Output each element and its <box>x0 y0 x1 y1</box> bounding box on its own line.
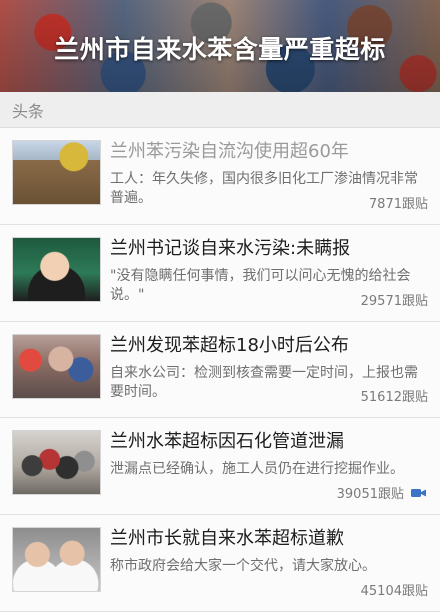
comment-count: 29571跟贴 <box>360 293 428 309</box>
news-body: 兰州水苯超标因石化管道泄漏 泄漏点已经确认，施工人员仍在进行挖掘作业。 3905… <box>110 430 428 514</box>
news-body: 兰州苯污染自流沟使用超60年 工人：年久失修，国内很多旧化工厂渗油情况非常普遍。… <box>110 140 428 224</box>
news-meta: 29571跟贴 <box>361 290 428 309</box>
news-title: 兰州市长就自来水苯超标道歉 <box>110 528 344 550</box>
news-item[interactable]: 兰州苯污染自流沟使用超60年 工人：年久失修，国内很多旧化工厂渗油情况非常普遍。… <box>0 128 440 225</box>
news-thumbnail <box>12 333 101 399</box>
news-meta: 45104跟贴 <box>361 580 428 599</box>
video-icon <box>411 488 426 497</box>
news-meta: 39051跟贴 <box>337 483 428 502</box>
comment-count: 7871跟贴 <box>368 196 428 212</box>
news-item[interactable]: 兰州发现苯超标18小时后公布 自来水公司：检测到核查需要一定时间，上报也需要时间… <box>0 321 440 419</box>
news-item[interactable]: 兰州市长就自来水苯超标道歉 称市政府会给大家一个交代，请大家放心。 45104跟… <box>0 515 440 612</box>
news-title: 兰州苯污染自流沟使用超60年 <box>110 141 349 162</box>
news-meta: 7871跟贴 <box>369 193 428 212</box>
news-title: 兰州发现苯超标18小时后公布 <box>110 334 349 356</box>
comment-count: 39051跟贴 <box>336 487 404 503</box>
news-feed: 兰州苯污染自流沟使用超60年 工人：年久失修，国内很多旧化工厂渗油情况非常普遍。… <box>0 128 440 612</box>
news-body: 兰州发现苯超标18小时后公布 自来水公司：检测到核查需要一定时间，上报也需要时间… <box>110 334 428 418</box>
news-thumbnail <box>12 527 101 593</box>
news-meta: 51612跟贴 <box>361 386 428 405</box>
news-item[interactable]: 兰州水苯超标因石化管道泄漏 泄漏点已经确认，施工人员仍在进行挖掘作业。 3905… <box>0 418 440 516</box>
headline-banner[interactable]: 兰州市自来水苯含量严重超标 <box>0 0 440 92</box>
news-item[interactable]: 兰州书记谈自来水污染:未瞒报 "没有隐瞒任何事情，我们可以问心无愧的给社会说。"… <box>0 224 440 322</box>
news-body: 兰州书记谈自来水污染:未瞒报 "没有隐瞒任何事情，我们可以问心无愧的给社会说。"… <box>110 237 428 321</box>
comment-count: 51612跟贴 <box>360 390 428 406</box>
news-body: 兰州市长就自来水苯超标道歉 称市政府会给大家一个交代，请大家放心。 45104跟… <box>110 527 428 611</box>
section-label: 头条 <box>12 101 45 121</box>
news-thumbnail <box>12 236 101 302</box>
news-thumbnail <box>12 430 101 496</box>
comment-count: 45104跟贴 <box>360 583 428 599</box>
banner-title: 兰州市自来水苯含量严重超标 <box>54 35 386 64</box>
news-title: 兰州书记谈自来水污染:未瞒报 <box>110 237 351 259</box>
section-header: 头条 <box>0 92 440 128</box>
news-thumbnail <box>12 140 101 205</box>
news-title: 兰州水苯超标因石化管道泄漏 <box>110 431 344 453</box>
